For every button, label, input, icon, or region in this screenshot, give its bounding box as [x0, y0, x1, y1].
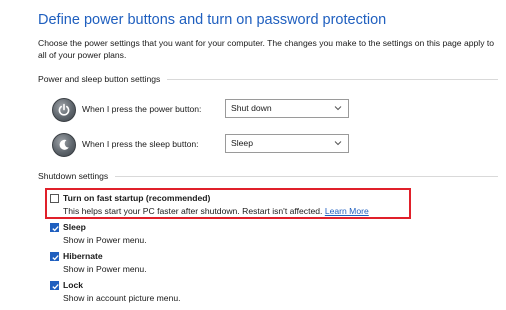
fast-startup-label[interactable]: Turn on fast startup (recommended) — [63, 193, 210, 203]
fast-startup-checkbox[interactable] — [50, 194, 59, 203]
power-icon — [52, 98, 76, 122]
lock-option-label[interactable]: Lock — [63, 280, 83, 290]
hibernate-checkbox[interactable] — [50, 252, 59, 261]
chevron-down-icon — [334, 141, 342, 146]
section-divider — [167, 78, 498, 80]
sleep-button-label: When I press the sleep button: — [82, 139, 199, 149]
page-title: Define power buttons and turn on passwor… — [38, 12, 387, 28]
check-icon — [52, 255, 59, 261]
hibernate-option-description: Show in Power menu. — [63, 264, 147, 274]
power-button-row: When I press the power button: Shut down — [52, 98, 362, 122]
sleep-checkbox[interactable] — [50, 223, 59, 232]
fast-startup-description: This helps start your PC faster after sh… — [63, 206, 369, 216]
check-icon — [52, 284, 59, 290]
sleep-button-value: Sleep — [231, 138, 253, 148]
hibernate-option-label[interactable]: Hibernate — [63, 251, 103, 261]
shutdown-section-title: Shutdown settings — [38, 171, 109, 181]
shutdown-section-header: Shutdown settings — [38, 170, 498, 182]
check-icon — [52, 226, 59, 232]
sleep-icon — [52, 133, 76, 157]
power-section-header: Power and sleep button settings — [38, 73, 498, 85]
lock-checkbox[interactable] — [50, 281, 59, 290]
sleep-option-label[interactable]: Sleep — [63, 222, 86, 232]
section-divider — [115, 175, 498, 177]
power-button-label: When I press the power button: — [82, 104, 202, 114]
fast-startup-description-text: This helps start your PC faster after sh… — [63, 206, 323, 216]
lock-option-description: Show in account picture menu. — [63, 293, 181, 303]
page-description: Choose the power settings that you want … — [38, 38, 495, 60]
power-section-title: Power and sleep button settings — [38, 74, 161, 84]
sleep-option-description: Show in Power menu. — [63, 235, 147, 245]
sleep-button-row: When I press the sleep button: Sleep — [52, 133, 362, 157]
power-button-value: Shut down — [231, 103, 272, 113]
learn-more-link[interactable]: Learn More — [325, 206, 369, 216]
power-button-select[interactable]: Shut down — [225, 99, 349, 118]
sleep-button-select[interactable]: Sleep — [225, 134, 349, 153]
chevron-down-icon — [334, 106, 342, 111]
